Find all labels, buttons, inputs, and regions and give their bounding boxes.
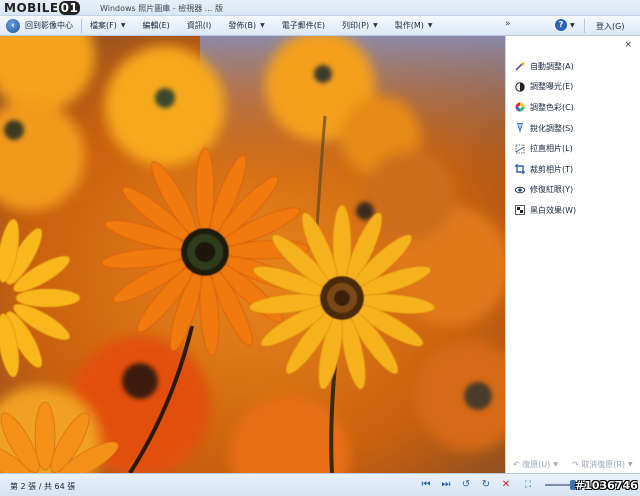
back-label: 回到影像中心 xyxy=(25,21,73,30)
fix-tool-list: 自動調整(A) 調整曝光(E) 調整色彩(C) 銳化調整(S) 拉直相片(L) … xyxy=(514,56,576,221)
help-button[interactable]: ? ▼ xyxy=(555,19,575,31)
next-icon[interactable]: ⏭ xyxy=(440,478,452,492)
menu-make[interactable]: 製作(M) ▼ xyxy=(395,20,433,31)
menu-divider xyxy=(584,19,585,33)
fit-to-window-icon[interactable]: ⛶ xyxy=(522,479,534,491)
login-button[interactable]: 登入(G) xyxy=(596,21,624,32)
flower-photo xyxy=(0,36,505,473)
menu-email[interactable]: 電子郵件(E) xyxy=(282,20,325,31)
tool-sharpen[interactable]: 銳化調整(S) xyxy=(515,118,576,139)
title-bar: MOBILE 01 Windows 照片圖庫 - 檢視器 ... 版 xyxy=(0,0,640,16)
rotate-left-icon[interactable]: ↺ xyxy=(460,478,472,492)
chevron-down-icon: ▼ xyxy=(260,22,265,29)
bw-icon xyxy=(515,205,525,216)
mobile01-logo: MOBILE 01 xyxy=(4,1,81,15)
exposure-icon xyxy=(515,82,525,92)
rotate-right-icon[interactable]: ↻ xyxy=(480,478,492,492)
watermark-id: #1036746 xyxy=(575,479,638,492)
straighten-icon xyxy=(515,144,525,154)
delete-icon[interactable]: ✕ xyxy=(500,478,512,492)
close-panel-button[interactable]: × xyxy=(624,40,632,50)
menu-overflow-button[interactable]: » xyxy=(505,19,511,29)
status-bar: 第 2 張 / 共 64 張 ⏮ ⏭ ↺ ↻ ✕ ⛶ #1036746 xyxy=(0,473,640,496)
menu-print[interactable]: 列印(P) ▼ xyxy=(342,20,378,31)
chevron-down-icon: ▼ xyxy=(120,22,126,29)
undo-icon: ↶ xyxy=(513,460,523,469)
redo-button[interactable]: ↷ 取消復原(R) ▼ xyxy=(572,459,633,470)
tool-redeye[interactable]: 修復紅眼(Y) xyxy=(514,180,576,201)
tool-exposure[interactable]: 調整曝光(E) xyxy=(515,77,576,98)
menu-info[interactable]: 資訊(I) xyxy=(187,20,212,31)
menu-bar: ‹ 回到影像中心 檔案(F) ▼ 編輯(E) 資訊(I) 發佈(B) ▼ 電子郵件(… xyxy=(0,16,640,36)
chevron-down-icon: ▼ xyxy=(570,21,575,29)
tool-straighten[interactable]: 拉直相片(L) xyxy=(515,138,576,159)
redeye-icon xyxy=(514,185,526,195)
menu-publish[interactable]: 發佈(B) ▼ xyxy=(228,20,264,31)
photo-count-text: 第 2 張 / 共 64 張 xyxy=(10,482,76,491)
back-arrow-icon: ‹ xyxy=(6,18,20,33)
chevron-down-icon: ▼ xyxy=(373,22,378,29)
tool-color[interactable]: 調整色彩(C) xyxy=(515,97,576,118)
back-to-gallery-button[interactable]: ‹ 回到影像中心 xyxy=(6,17,73,35)
chevron-down-icon: ▼ xyxy=(427,22,433,29)
tool-crop[interactable]: 裁剪相片(T) xyxy=(515,159,576,180)
tool-black-white[interactable]: 黑白效果(W) xyxy=(515,200,576,221)
redo-icon: ↷ xyxy=(571,460,582,469)
color-wheel-icon xyxy=(515,102,525,112)
crop-icon xyxy=(515,164,525,175)
previous-icon[interactable]: ⏮ xyxy=(420,478,432,492)
help-icon: ? xyxy=(555,19,567,31)
undo-button[interactable]: ↶ 復原(U) ▼ xyxy=(513,459,558,470)
menu-edit[interactable]: 編輯(E) xyxy=(142,20,169,31)
panel-undo-bar: ↶ 復原(U) ▼ ↷ 取消復原(R) ▼ xyxy=(506,459,640,470)
chevron-down-icon: ▼ xyxy=(628,461,633,468)
sharpen-icon xyxy=(515,123,525,134)
photo-viewer[interactable] xyxy=(0,36,505,473)
fix-panel: × 自動調整(A) 調整曝光(E) 調整色彩(C) 銳化調整(S) 拉直相片(L… xyxy=(505,36,640,473)
navigation-controls: ⏮ ⏭ ↺ ↻ ✕ xyxy=(420,478,520,492)
chevron-down-icon: ▼ xyxy=(553,461,558,468)
tool-auto-adjust[interactable]: 自動調整(A) xyxy=(515,56,576,77)
window-title: Windows 照片圖庫 - 檢視器 ... 版 xyxy=(100,4,223,13)
menu-file[interactable]: 檔案(F) ▼ xyxy=(90,20,125,31)
wand-icon xyxy=(515,61,525,71)
menu-divider xyxy=(81,18,82,33)
